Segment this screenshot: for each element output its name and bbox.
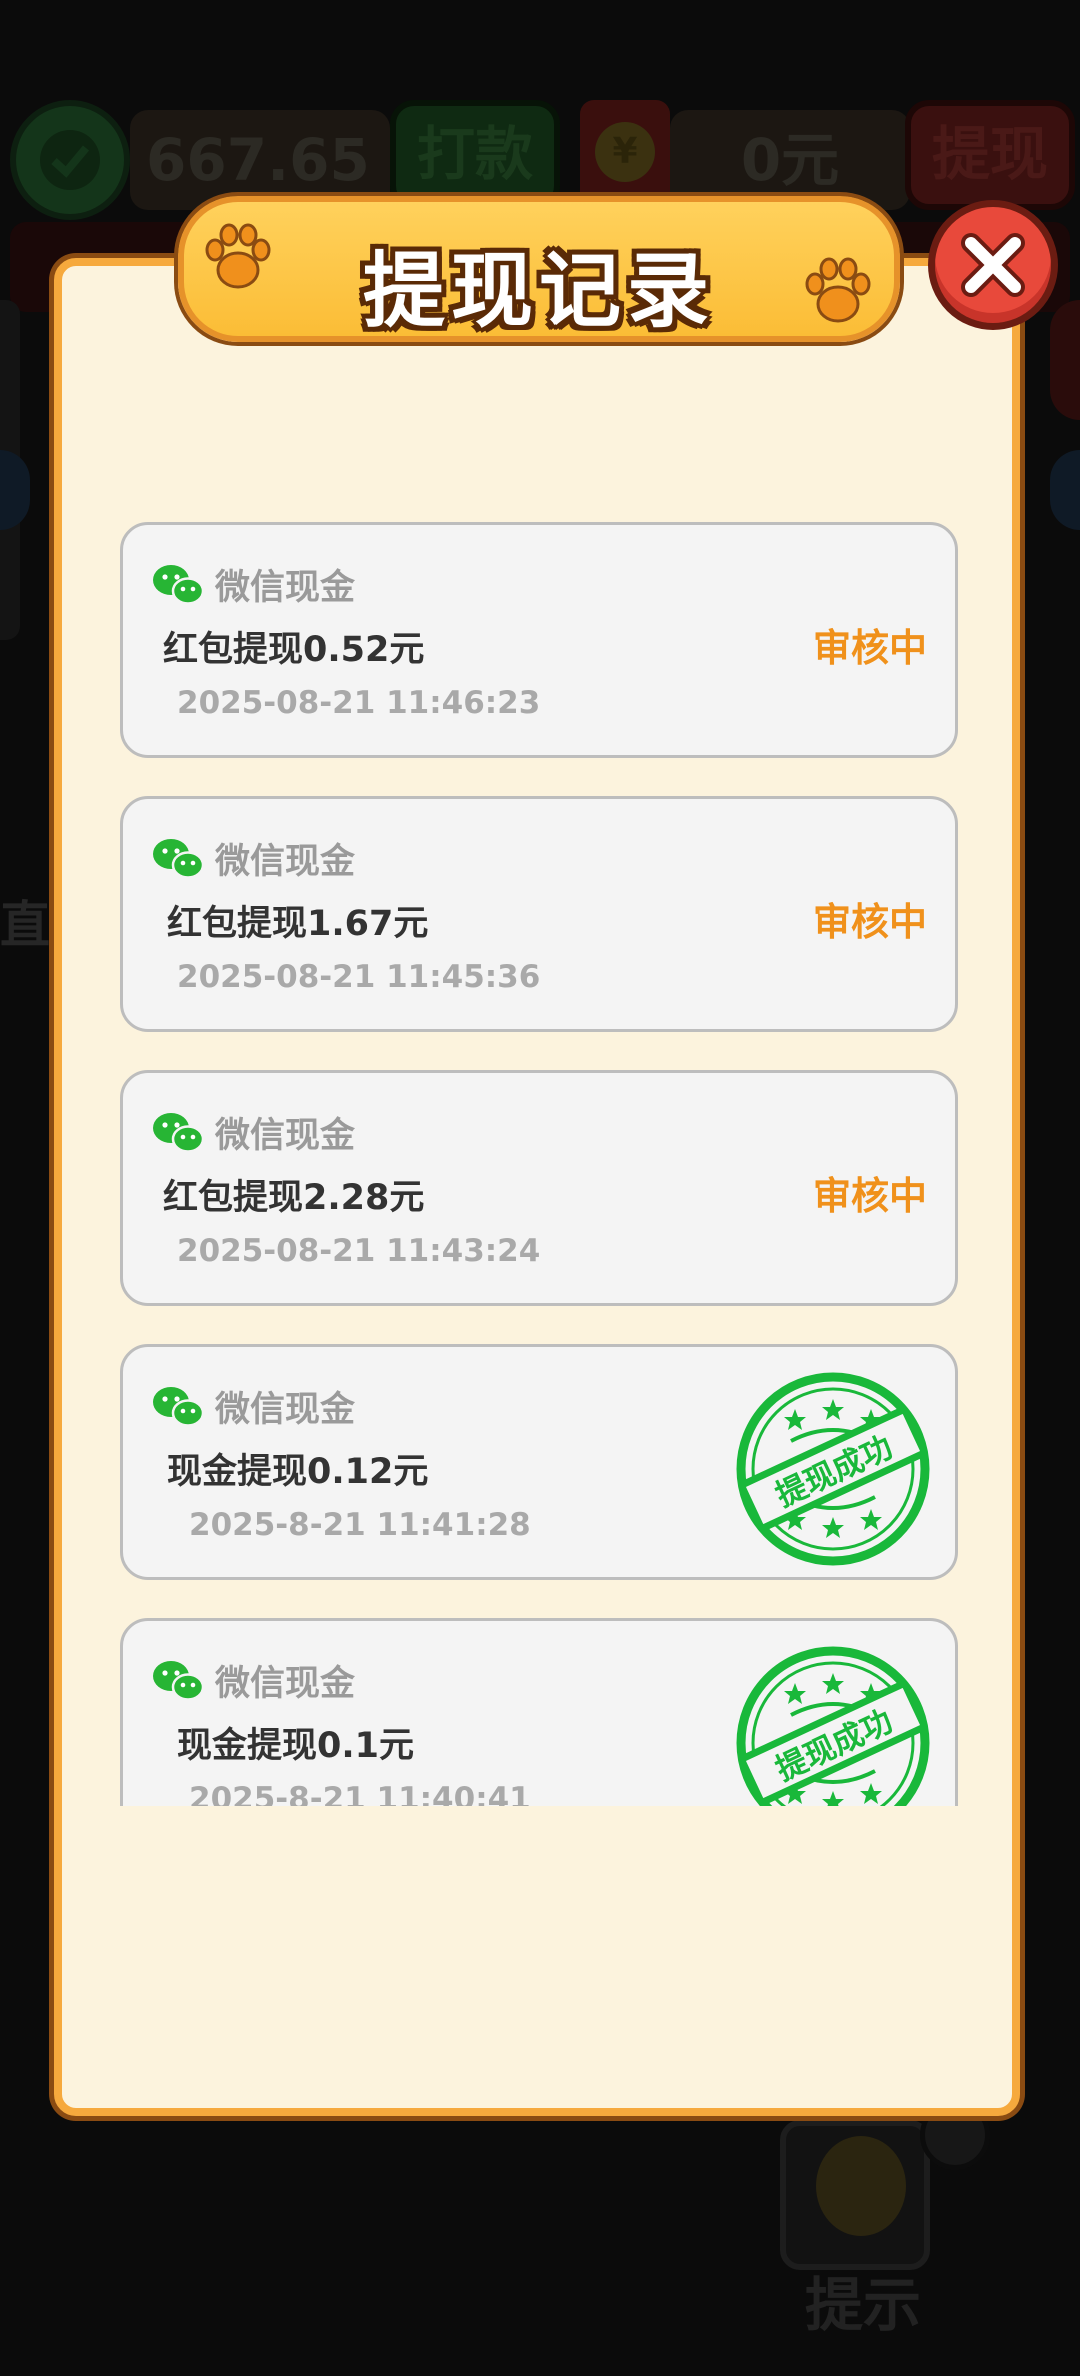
record-title: 现金提现0.1元 — [177, 1726, 415, 1766]
record-source-label: 微信现金 — [215, 1115, 356, 1156]
background-partial-text: 直 — [0, 896, 50, 954]
record-source: 微信现金 — [151, 1383, 356, 1430]
hint-bulb-icon — [780, 2120, 930, 2270]
record-title: 红包提现2.28元 — [163, 1178, 425, 1218]
record-item: 微信现金 红包提现0.52元 2025-08-21 11:46:23 审核中 — [120, 522, 958, 758]
hint-label: 提示 — [805, 2271, 922, 2339]
record-title: 红包提现1.67元 — [167, 904, 429, 944]
record-status-pending: 审核中 — [812, 1174, 927, 1218]
wechat-icon — [153, 1661, 205, 1701]
record-item: 微信现金 红包提现1.67元 2025-08-21 11:45:36 审核中 — [120, 796, 958, 1032]
background-side-button — [1050, 450, 1080, 530]
background-side-button — [0, 450, 30, 530]
wechat-icon — [153, 839, 205, 879]
modal-title: 提现记录 — [362, 244, 715, 339]
close-button[interactable] — [928, 200, 1058, 330]
success-stamp-icon: 提现成功 — [736, 1646, 930, 1806]
record-item: 微信现金 现金提现0.1元 2025-8-21 11:40:41 提现成功 — [120, 1618, 958, 1806]
balance-display: 667.65元 — [130, 110, 390, 294]
paw-icon — [805, 257, 871, 323]
record-time: 2025-08-21 11:46:23 — [177, 685, 541, 721]
record-source: 微信现金 — [151, 1109, 356, 1156]
yuan-coin-icon: ¥ — [595, 122, 655, 182]
record-time: 2025-8-21 11:40:41 — [189, 1781, 531, 1806]
record-source-label: 微信现金 — [215, 1663, 356, 1704]
background-side-button — [1050, 300, 1080, 420]
record-source-label: 微信现金 — [215, 841, 356, 882]
record-time: 2025-08-21 11:45:36 — [177, 959, 541, 995]
red-balance-display: 0元 — [670, 110, 910, 210]
record-item: 微信现金 现金提现0.12元 2025-8-21 11:41:28 提现成功 — [120, 1344, 958, 1580]
record-source-label: 微信现金 — [215, 567, 356, 608]
dakuan-button: 打款 — [390, 100, 560, 210]
red-packet-icon: ¥ — [580, 100, 670, 210]
wechat-icon — [153, 1113, 205, 1153]
record-time: 2025-8-21 11:41:28 — [189, 1507, 531, 1543]
record-source: 微信现金 — [151, 1657, 356, 1704]
success-stamp-icon: 提现成功 — [736, 1372, 930, 1566]
record-source-label: 微信现金 — [215, 1389, 356, 1430]
record-title: 红包提现0.52元 — [163, 630, 425, 670]
wechat-icon — [153, 1387, 205, 1427]
record-status-pending: 审核中 — [812, 626, 927, 670]
record-status-pending: 审核中 — [812, 900, 927, 944]
close-icon — [961, 233, 1025, 297]
withdrawal-record-list[interactable]: 微信现金 红包提现0.52元 2025-08-21 11:46:23 审核中 微… — [118, 520, 960, 1806]
tixian-button: 提现 — [905, 100, 1075, 210]
record-time: 2025-08-21 11:43:24 — [177, 1233, 541, 1269]
record-source: 微信现金 — [151, 835, 356, 882]
record-title: 现金提现0.12元 — [167, 1452, 429, 1492]
record-item: 微信现金 红包提现2.28元 2025-08-21 11:43:24 审核中 — [120, 1070, 958, 1306]
record-source: 微信现金 — [151, 561, 356, 608]
modal-title-banner: 提现记录 — [178, 196, 900, 342]
wechat-coin-icon — [10, 100, 130, 220]
wechat-icon — [153, 565, 205, 605]
